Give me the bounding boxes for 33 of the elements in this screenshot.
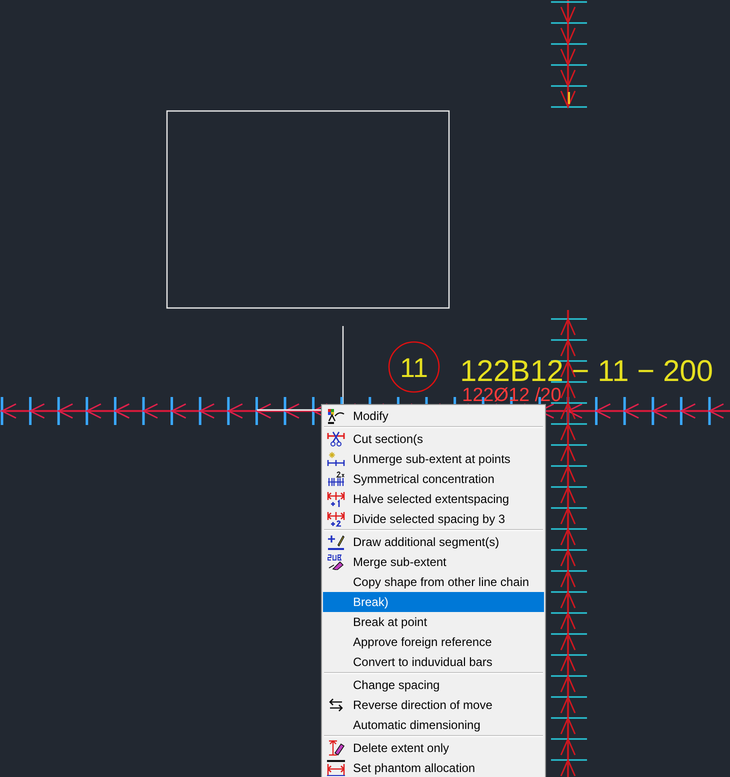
menu-item[interactable]: Draw additional segment(s) (323, 532, 544, 552)
menu-item[interactable]: Approve foreign reference (323, 632, 544, 652)
menu-item[interactable]: Copy shape from other line chain (323, 572, 544, 592)
menu-item[interactable]: Reverse direction of move (323, 695, 544, 715)
menu-item[interactable]: Unmerge sub-extent at points (323, 449, 544, 469)
swap-arrows-icon (327, 697, 345, 713)
menu-item[interactable]: Divide selected spacing by 3 (323, 509, 544, 529)
eraser-icon (327, 740, 345, 756)
scissors-icon (327, 431, 345, 447)
pencil-icon (327, 534, 345, 550)
menu-item[interactable]: Merge sub-extent (323, 552, 544, 572)
bar-label: 122B12 − 11 − 200 (460, 355, 714, 388)
pen-icon (327, 408, 345, 424)
menu-item[interactable]: Cut section(s (323, 429, 544, 449)
bar-sublabel: 122Ø12 /20 (462, 385, 562, 406)
menu-item[interactable]: Break) (323, 592, 544, 612)
span-arrow-icon (327, 760, 345, 776)
menu-item[interactable]: Automatic dimensioning (323, 715, 544, 735)
menu-item[interactable]: Convert to induvidual bars (323, 652, 544, 672)
eraser-icon (327, 554, 345, 570)
menu-item[interactable]: Break at point (323, 612, 544, 632)
menu-item[interactable]: Symmetrical concentration (323, 469, 544, 489)
spacing-icon (327, 511, 345, 527)
menu-item[interactable]: Modify (323, 406, 544, 426)
menu-item[interactable]: Change spacing (323, 675, 544, 695)
menu-item[interactable]: Set phantom allocation (323, 758, 544, 777)
menu-item[interactable]: Delete extent only (323, 738, 544, 758)
menu-item[interactable]: Halve selected extentspacing (323, 489, 544, 509)
spacing-icon (327, 491, 345, 507)
spacing-icon (327, 451, 345, 467)
spacing-icon (327, 471, 345, 487)
marker-number: 11 (400, 353, 428, 383)
circle-marker (388, 341, 440, 393)
